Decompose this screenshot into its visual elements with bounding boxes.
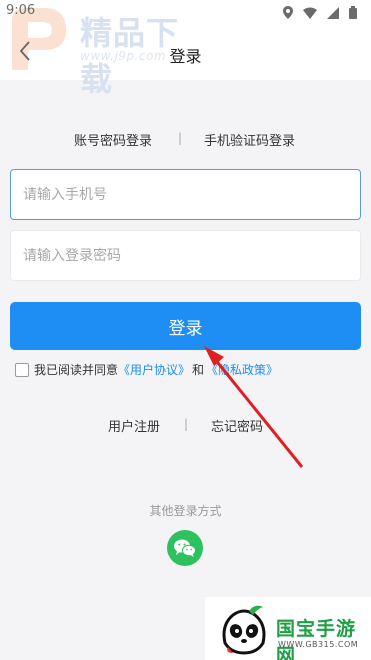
status-time: 9:06 <box>6 3 36 18</box>
other-login-label: 其他登录方式 <box>149 504 222 518</box>
page-title: 登录 <box>169 47 202 66</box>
agreement-row: 我已阅读并同意 《用户协议》 和 《隐私政策》 <box>15 361 278 378</box>
tab-divider: | <box>178 131 183 145</box>
brand-name: 国宝手游网 <box>276 618 357 660</box>
tab-password-login[interactable]: 账号密码登录 <box>74 130 152 149</box>
signal-icon <box>327 4 339 23</box>
privacy-policy-link[interactable]: 《隐私政策》 <box>206 361 278 378</box>
register-link[interactable]: 用户注册 <box>108 416 160 435</box>
brand-watermark: 国宝手游网 WWW.GB315.COM <box>205 597 371 660</box>
login-button[interactable]: 登录 <box>10 302 361 350</box>
location-icon <box>283 4 293 23</box>
status-icons <box>283 4 357 23</box>
battery-icon <box>349 4 357 23</box>
agreement-checkbox[interactable] <box>15 362 29 377</box>
forgot-password-link[interactable]: 忘记密码 <box>211 416 263 435</box>
tab-sms-login[interactable]: 手机验证码登录 <box>204 130 295 149</box>
wechat-login-button[interactable] <box>167 530 203 566</box>
wechat-icon <box>174 539 196 557</box>
user-agreement-link[interactable]: 《用户协议》 <box>118 361 190 378</box>
brand-url: WWW.GB315.COM <box>278 640 359 649</box>
password-input[interactable] <box>10 230 361 281</box>
agreement-prefix: 我已阅读并同意 <box>34 363 119 377</box>
phone-input[interactable] <box>10 169 361 220</box>
header-bar: 精品下载 www.j9p.com 9:06 登录 <box>0 0 371 98</box>
agreement-and: 和 <box>192 363 205 377</box>
panda-logo-icon <box>222 605 266 655</box>
wifi-icon <box>303 4 317 23</box>
links-divider: | <box>184 417 189 431</box>
